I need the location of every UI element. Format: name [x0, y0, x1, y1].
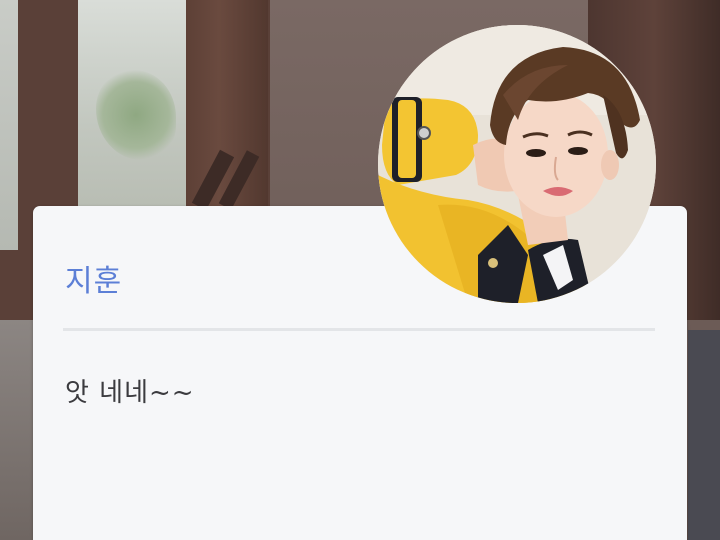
sender-name: 지훈: [65, 264, 123, 299]
background-couch: [688, 330, 720, 540]
screen: 지훈 앗 네네~~: [0, 0, 720, 540]
background-window-mullion: [186, 0, 268, 210]
avatar-illustration: [378, 25, 656, 303]
message-text: 앗 네네~~: [65, 378, 195, 408]
avatar[interactable]: [378, 25, 656, 303]
divider: [63, 328, 655, 331]
background-window-pane: [0, 0, 18, 250]
